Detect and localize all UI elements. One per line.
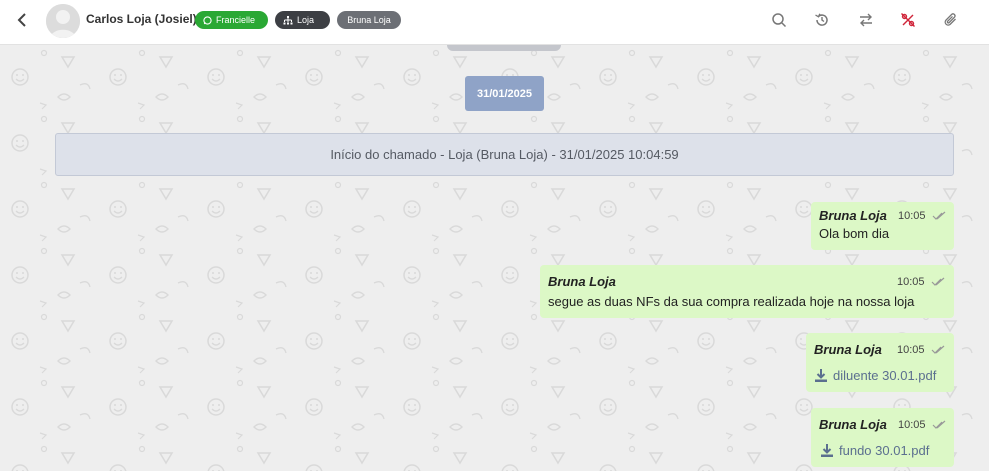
chevron-left-icon <box>17 13 26 27</box>
message-time: 10:05 <box>898 210 926 222</box>
download-icon <box>815 369 827 382</box>
download-icon <box>821 444 833 457</box>
message-sender: Bruna Loja <box>819 208 887 223</box>
file-name: diluente 30.01.pdf <box>833 368 937 383</box>
file-attachment-link[interactable]: fundo 30.01.pdf <box>821 443 929 458</box>
channel-badge[interactable]: Francielle <box>195 11 268 29</box>
sitemap-icon <box>283 15 293 24</box>
channel-badge-label: Francielle <box>216 15 256 25</box>
user-avatar-icon <box>46 4 80 38</box>
ticket-start-notice: Início do chamado - Loja (Bruna Loja) - … <box>55 133 954 176</box>
message-sender: Bruna Loja <box>548 274 616 289</box>
double-check-icon <box>931 277 945 286</box>
avatar[interactable] <box>46 4 80 38</box>
double-check-icon <box>932 420 946 429</box>
transfer-button[interactable] <box>856 10 876 30</box>
message-time: 10:05 <box>897 276 925 288</box>
double-check-icon <box>932 211 946 220</box>
chat-area[interactable]: 31/01/2025 Início do chamado - Loja (Bru… <box>0 45 989 471</box>
date-separator: 31/01/2025 <box>465 76 544 111</box>
message-text: segue as duas NFs da sua compra realizad… <box>548 294 915 309</box>
message-time: 10:05 <box>897 344 925 356</box>
history-button[interactable] <box>812 10 832 30</box>
scroll-indicator <box>447 45 561 51</box>
message-bubble[interactable]: Bruna Loja 10:05 segue as duas NFs da su… <box>540 265 954 318</box>
agent-badge[interactable]: Bruna Loja <box>337 11 401 29</box>
back-button[interactable] <box>12 10 32 30</box>
finalize-button[interactable] <box>898 10 918 30</box>
message-sender: Bruna Loja <box>814 342 882 357</box>
percent-off-icon <box>901 13 915 27</box>
message-time: 10:05 <box>898 419 926 431</box>
queue-badge-label: Loja <box>297 15 315 25</box>
search-button[interactable] <box>769 10 789 30</box>
message-bubble[interactable]: Bruna Loja 10:05 fundo 30.01.pdf <box>811 408 954 467</box>
double-check-icon <box>931 345 945 354</box>
message-sender: Bruna Loja <box>819 417 887 432</box>
message-text: Ola bom dia <box>819 226 890 241</box>
queue-badge[interactable]: Loja <box>275 11 330 29</box>
whatsapp-icon <box>203 15 212 25</box>
file-name: fundo 30.01.pdf <box>839 443 930 458</box>
transfer-icon <box>860 13 872 27</box>
search-icon <box>772 13 787 28</box>
attachment-icon <box>944 13 956 26</box>
history-icon <box>815 13 828 26</box>
message-bubble[interactable]: Bruna Loja 10:05 diluente 30.01.pdf <box>806 333 954 392</box>
file-attachment-link[interactable]: diluente 30.01.pdf <box>815 368 936 383</box>
chat-header: Carlos Loja (Josiel) Francielle Loja Bru… <box>0 0 989 45</box>
attach-button[interactable] <box>941 10 961 30</box>
message-bubble[interactable]: Bruna Loja 10:05 Ola bom dia <box>811 202 954 250</box>
agent-badge-label: Bruna Loja <box>347 15 391 25</box>
contact-name[interactable]: Carlos Loja (Josiel) <box>86 12 197 26</box>
